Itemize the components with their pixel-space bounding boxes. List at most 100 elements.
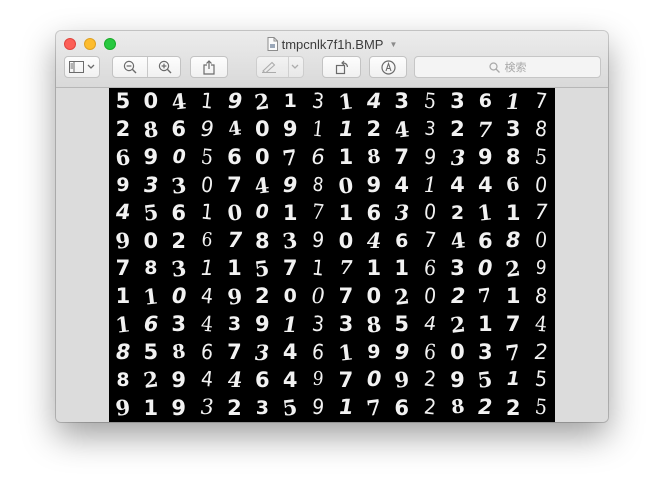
digit-cell: 0 (170, 146, 188, 169)
digit-cell: 5 (142, 199, 160, 227)
digit-cell: 7 (227, 172, 242, 197)
digit-cell: 0 (364, 367, 384, 392)
digit-cell: 1 (280, 312, 300, 338)
annotate-button[interactable] (369, 56, 407, 78)
digit-cell: 1 (394, 256, 409, 281)
digit-cell: 9 (367, 340, 381, 363)
digit-cell: 8 (116, 368, 130, 391)
share-icon (203, 59, 215, 75)
digit-cell: 3 (505, 117, 521, 142)
digit-cell: 1 (310, 116, 326, 142)
digit-cell: 0 (309, 284, 327, 309)
digit-cell: 3 (478, 339, 493, 364)
window-title[interactable]: tmpcnlk7f1h.BMP ▼ (56, 35, 608, 53)
digit-cell: 6 (200, 229, 214, 253)
digit-cell: 9 (255, 312, 270, 337)
markup-pen-icon (262, 61, 276, 73)
sidebar-view-button[interactable] (64, 56, 100, 78)
digit-cell: 8 (533, 283, 549, 309)
digit-cell: 9 (392, 366, 411, 394)
digit-cell: 4 (224, 367, 244, 393)
digit-cell: 8 (365, 145, 382, 169)
digit-cell: 1 (337, 339, 355, 366)
digit-cell: 4 (199, 367, 214, 393)
digit-cell: 6 (395, 229, 409, 252)
digit-cell: 8 (505, 145, 521, 170)
digit-cell: 9 (171, 367, 186, 392)
digit-cell: 4 (364, 89, 384, 114)
digit-cell: 1 (366, 256, 382, 281)
annotate-icon (380, 59, 396, 75)
digit-cell: 2 (392, 283, 411, 311)
digit-cell: 1 (336, 395, 356, 420)
digit-cell: 0 (422, 283, 437, 309)
chevron-down-icon (291, 64, 299, 69)
digit-cell: 0 (143, 89, 159, 114)
digit-cell: 1 (338, 200, 354, 225)
digit-cell: 1 (476, 199, 495, 227)
rotate-icon (335, 60, 348, 74)
digit-cell: 4 (421, 313, 438, 336)
digit-cell: 0 (199, 172, 214, 198)
preview-window: tmpcnlk7f1h.BMP ▼ 検索 5 0 4 1 9 2 1 3 1 4… (56, 31, 608, 422)
digit-cell: 1 (143, 395, 159, 420)
digit-cell: 8 (503, 228, 523, 253)
digit-cell: 3 (227, 313, 242, 336)
digit-cell: 9 (366, 172, 382, 197)
digit-cell: 1 (282, 200, 298, 225)
digit-cell: 9 (450, 367, 465, 392)
digit-cell: 9 (114, 227, 132, 255)
digit-cell: 3 (450, 256, 465, 281)
digit-cell: 2 (366, 117, 382, 142)
digit-cell: 7 (533, 88, 549, 114)
digit-cell: 7 (227, 339, 242, 364)
digit-cell: 0 (255, 117, 270, 142)
zoom-out-icon (123, 60, 137, 74)
digit-cell: 2 (504, 255, 522, 283)
share-button[interactable] (190, 56, 228, 78)
digit-cell: 7 (475, 117, 495, 143)
digit-cell: 0 (253, 201, 271, 224)
digit-cell: 6 (199, 339, 214, 365)
digit-cell: 3 (394, 89, 409, 114)
digit-cell: 4 (394, 172, 409, 197)
digit-cell: 1 (115, 284, 131, 309)
digit-cell: 3 (310, 88, 326, 114)
digit-cell: 0 (143, 228, 159, 253)
image-viewport[interactable]: 5041921314353617286940911243273869056076… (56, 88, 608, 422)
search-field[interactable]: 検索 (414, 56, 601, 78)
markup-button[interactable] (256, 56, 304, 78)
digit-cell: 6 (171, 117, 186, 142)
digit-cell: 7 (477, 284, 494, 308)
digit-cell: 8 (365, 311, 383, 338)
rotate-button[interactable] (322, 56, 361, 78)
digit-cell: 7 (338, 367, 354, 392)
digit-cell: 2 (422, 367, 437, 393)
digit-cell: 0 (283, 285, 297, 308)
digit-cell: 6 (255, 367, 270, 392)
digit-cell: 7 (532, 200, 550, 225)
digit-cell: 7 (365, 394, 383, 422)
digit-cell: 7 (225, 228, 244, 253)
digit-cell: 6 (366, 200, 382, 225)
digit-cell: 5 (143, 339, 159, 364)
digit-cell: 4 (392, 116, 411, 144)
digit-cell: 9 (311, 368, 325, 392)
title-bar: tmpcnlk7f1h.BMP ▼ 検索 (56, 31, 608, 88)
digit-cell: 8 (142, 116, 160, 144)
digit-cell: 2 (448, 311, 467, 338)
digit-cell: 3 (447, 145, 467, 171)
digit-cell: 9 (197, 117, 216, 142)
zoom-in-button[interactable] (148, 57, 181, 77)
digit-cell: 7 (422, 228, 437, 254)
digit-cell: 8 (533, 116, 549, 142)
digit-cell: 4 (364, 228, 384, 254)
mnist-digit-image: 5041921314353617286940911243273869056076… (109, 88, 555, 422)
digit-cell: 1 (478, 312, 493, 337)
digit-cell: 8 (311, 173, 325, 197)
digit-cell: 2 (450, 117, 465, 142)
zoom-out-button[interactable] (113, 57, 147, 77)
digit-cell: 0 (450, 339, 465, 364)
digit-cell: 3 (252, 339, 272, 365)
zoom-control (112, 56, 181, 78)
